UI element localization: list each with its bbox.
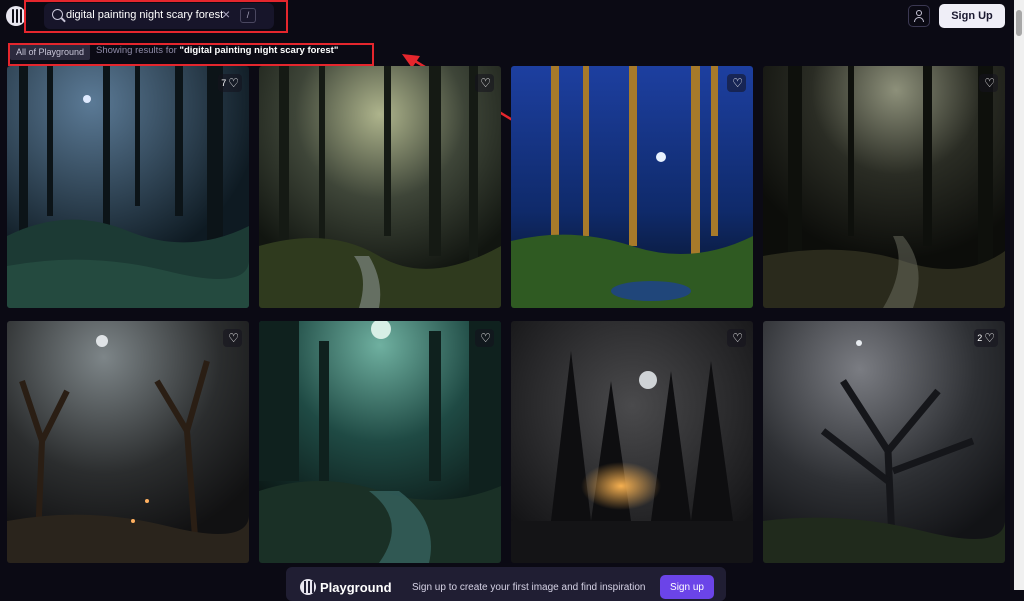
like-button[interactable]: 2 ♡ (974, 329, 998, 347)
heart-icon: ♡ (732, 76, 743, 90)
account-button[interactable] (908, 5, 930, 27)
like-button[interactable]: ♡ (979, 74, 998, 92)
banner-brand: Playground (320, 580, 392, 595)
image-card[interactable]: 7 ♡ (7, 66, 249, 308)
forest-image (7, 66, 249, 308)
image-card[interactable]: ♡ (763, 66, 1005, 308)
image-card[interactable]: ♡ (259, 321, 501, 563)
forest-image (763, 321, 1005, 563)
signup-banner: Playground Sign up to create your first … (286, 567, 726, 601)
playground-logo-icon[interactable] (6, 6, 26, 26)
like-count: 2 (977, 333, 983, 343)
image-card[interactable]: ♡ (7, 321, 249, 563)
like-button[interactable]: ♡ (727, 329, 746, 347)
user-icon (916, 10, 922, 16)
search-highlight-box (24, 0, 288, 33)
like-button[interactable]: ♡ (223, 329, 242, 347)
forest-image (511, 66, 753, 308)
banner-sign-up-button[interactable]: Sign up (660, 575, 714, 599)
heart-icon: ♡ (480, 76, 491, 90)
forest-image (259, 66, 501, 308)
heart-icon: ♡ (480, 331, 491, 345)
forest-image (763, 66, 1005, 308)
image-card[interactable]: ♡ (511, 66, 753, 308)
heart-icon: ♡ (732, 331, 743, 345)
forest-image (259, 321, 501, 563)
heart-icon: ♡ (228, 76, 239, 90)
like-button[interactable]: ♡ (727, 74, 746, 92)
playground-logo-icon (300, 579, 316, 595)
image-card[interactable]: ♡ (511, 321, 753, 563)
forest-image (511, 321, 753, 563)
results-highlight-box (8, 43, 374, 66)
heart-icon: ♡ (228, 331, 239, 345)
like-button[interactable]: ♡ (475, 74, 494, 92)
image-card[interactable]: ♡ (259, 66, 501, 308)
scrollbar-thumb[interactable] (1016, 10, 1022, 36)
forest-image (7, 321, 249, 563)
like-button[interactable]: 7 ♡ (218, 74, 242, 92)
like-count: 7 (221, 78, 227, 88)
like-button[interactable]: ♡ (475, 329, 494, 347)
heart-icon: ♡ (984, 76, 995, 90)
heart-icon: ♡ (984, 331, 995, 345)
page-scrollbar[interactable] (1014, 0, 1024, 590)
image-card[interactable]: 2 ♡ (763, 321, 1005, 563)
sign-up-button[interactable]: Sign Up (939, 4, 1005, 28)
banner-message: Sign up to create your first image and f… (412, 582, 646, 593)
